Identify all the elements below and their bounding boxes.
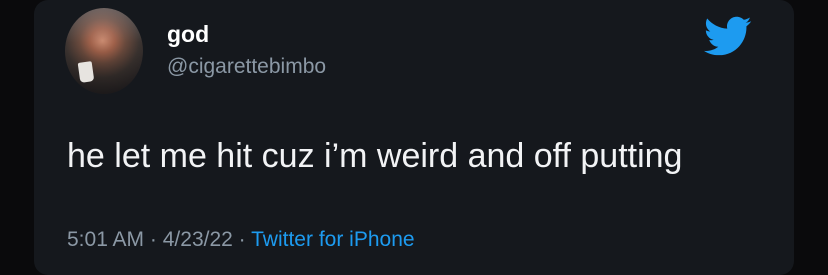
avatar-shade bbox=[65, 8, 143, 94]
meta-separator: · bbox=[149, 228, 157, 251]
tweet-meta: 5:01 AM · 4/23/22 · Twitter for iPhone bbox=[67, 226, 415, 254]
tweet-time[interactable]: 5:01 AM bbox=[67, 228, 144, 251]
tweet-card: god @cigarettebimbo he let me hit cuz i’… bbox=[34, 0, 794, 275]
avatar[interactable] bbox=[65, 8, 143, 94]
tweet-text: he let me hit cuz i’m weird and off putt… bbox=[67, 137, 683, 175]
screenshot-frame: god @cigarettebimbo he let me hit cuz i’… bbox=[0, 0, 828, 275]
tweet-date[interactable]: 4/23/22 bbox=[163, 228, 233, 251]
avatar-cup-detail bbox=[77, 61, 95, 83]
display-name[interactable]: god bbox=[167, 20, 209, 48]
meta-separator: · bbox=[238, 228, 246, 251]
tweet-source-link[interactable]: Twitter for iPhone bbox=[251, 228, 414, 251]
user-handle[interactable]: @cigarettebimbo bbox=[167, 53, 326, 81]
twitter-bird-icon[interactable] bbox=[696, 11, 758, 61]
